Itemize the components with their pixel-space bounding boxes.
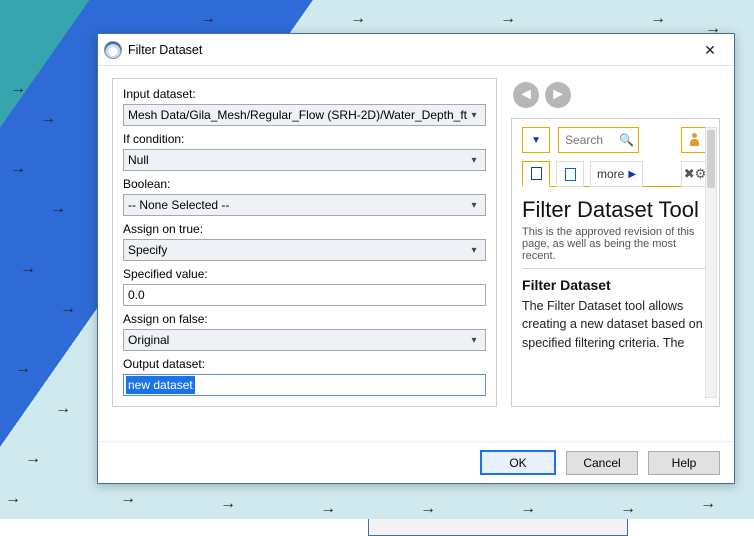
nav-back-button[interactable]: ◄	[513, 82, 539, 108]
window-title: Filter Dataset	[128, 43, 202, 57]
search-input[interactable]	[563, 129, 619, 151]
triangle-down-icon: ▼	[531, 135, 541, 146]
assign-false-value: Original	[128, 333, 169, 347]
filter-dataset-dialog: Filter Dataset ✕ Input dataset: Mesh Dat…	[97, 33, 735, 484]
output-dataset-input[interactable]: new dataset	[123, 374, 486, 396]
specified-value-field[interactable]	[128, 286, 481, 304]
nav-forward-button[interactable]: ►	[545, 82, 571, 108]
tab-page-alt[interactable]	[556, 161, 584, 187]
assign-false-select[interactable]: Original ▾	[123, 329, 486, 351]
more-label: more	[597, 167, 624, 181]
label-output-dataset: Output dataset:	[123, 357, 486, 371]
page-icon	[565, 168, 576, 181]
boolean-select[interactable]: -- None Selected -- ▾	[123, 194, 486, 216]
if-condition-value: Null	[128, 153, 149, 167]
help-panel: ▼ 🔍 more ▶ ✖⚙	[511, 118, 720, 407]
label-specified-value: Specified value:	[123, 267, 486, 281]
label-input-dataset: Input dataset:	[123, 87, 486, 101]
help-body-text: The Filter Dataset tool allows creating …	[522, 297, 709, 351]
chevron-down-icon: ▾	[467, 243, 481, 257]
tools-icon: ✖⚙	[684, 166, 707, 182]
assign-true-value: Specify	[128, 243, 167, 257]
chevron-down-icon: ▾	[467, 153, 481, 167]
form-panel: Input dataset: Mesh Data/Gila_Mesh/Regul…	[112, 78, 497, 407]
cancel-button[interactable]: Cancel	[566, 451, 638, 475]
if-condition-select[interactable]: Null ▾	[123, 149, 486, 171]
search-icon: 🔍	[619, 133, 634, 147]
help-revision-note: This is the approved revision of this pa…	[522, 226, 709, 262]
label-boolean: Boolean:	[123, 177, 486, 191]
divider	[522, 268, 709, 269]
help-title: Filter Dataset Tool	[522, 197, 709, 222]
chevron-down-icon: ▾	[467, 333, 481, 347]
boolean-value: -- None Selected --	[128, 198, 229, 212]
dropdown-button[interactable]: ▼	[522, 127, 550, 153]
help-button[interactable]: Help	[648, 451, 720, 475]
triangle-right-icon: ▶	[628, 169, 636, 180]
arrow-left-icon: ◄	[518, 86, 534, 104]
arrow-right-icon: ►	[550, 86, 566, 104]
help-section-heading: Filter Dataset	[522, 277, 709, 293]
chevron-down-icon: ▾	[467, 108, 481, 122]
chevron-down-icon: ▾	[467, 198, 481, 212]
label-assign-true: Assign on true:	[123, 222, 486, 236]
app-icon	[104, 41, 122, 59]
label-if-condition: If condition:	[123, 132, 486, 146]
person-icon	[689, 133, 701, 147]
tab-more[interactable]: more ▶	[590, 161, 643, 187]
scrollbar-thumb[interactable]	[707, 130, 715, 188]
specified-value-input[interactable]	[123, 284, 486, 306]
close-button[interactable]: ✕	[694, 39, 726, 61]
search-box[interactable]: 🔍	[558, 127, 639, 153]
output-dataset-value: new dataset	[126, 376, 195, 394]
page-icon	[531, 167, 542, 180]
assign-true-select[interactable]: Specify ▾	[123, 239, 486, 261]
ok-button[interactable]: OK	[480, 450, 556, 475]
tab-page[interactable]	[522, 161, 550, 187]
input-dataset-value: Mesh Data/Gila_Mesh/Regular_Flow (SRH-2D…	[128, 108, 467, 122]
titlebar: Filter Dataset ✕	[98, 34, 734, 66]
input-dataset-select[interactable]: Mesh Data/Gila_Mesh/Regular_Flow (SRH-2D…	[123, 104, 486, 126]
scrollbar[interactable]	[705, 127, 717, 398]
label-assign-false: Assign on false:	[123, 312, 486, 326]
dialog-footer: OK Cancel Help	[98, 441, 734, 483]
